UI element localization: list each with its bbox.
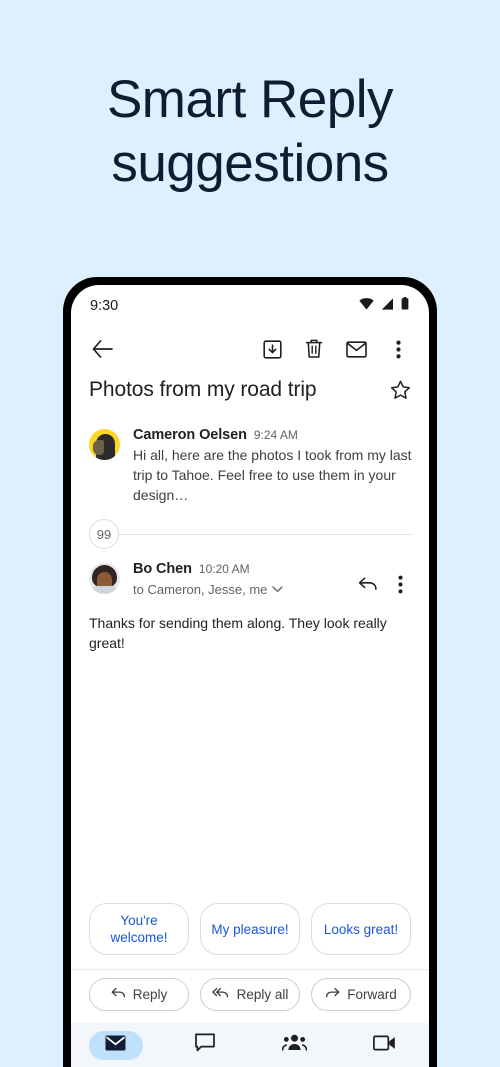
mail-icon bbox=[105, 1035, 126, 1056]
collapsed-messages-divider[interactable]: 99 bbox=[71, 509, 429, 557]
message-content: Bo Chen 10:20 AM to Cameron, Jesse, me bbox=[133, 561, 353, 598]
wifi-icon bbox=[359, 297, 374, 315]
forward-icon bbox=[325, 987, 340, 1002]
chat-icon bbox=[195, 1033, 216, 1057]
message-item[interactable]: Bo Chen 10:20 AM to Cameron, Jesse, me bbox=[71, 557, 429, 599]
nav-item-chat[interactable] bbox=[161, 1033, 251, 1057]
recipients-row[interactable]: to Cameron, Jesse, me bbox=[133, 580, 353, 598]
subject-text: Photos from my road trip bbox=[89, 378, 317, 401]
recipients-label: to Cameron, Jesse, me bbox=[133, 581, 268, 597]
subject-row: Photos from my road trip bbox=[71, 371, 429, 419]
overflow-menu-icon[interactable] bbox=[381, 332, 415, 366]
chevron-down-icon[interactable] bbox=[272, 580, 284, 598]
page-title: Smart Reply suggestions bbox=[0, 68, 500, 196]
avatar bbox=[89, 429, 120, 460]
reply-all-button-label: Reply all bbox=[236, 987, 289, 1002]
reply-all-icon bbox=[211, 987, 230, 1002]
archive-icon[interactable] bbox=[255, 332, 289, 366]
delete-icon[interactable] bbox=[297, 332, 331, 366]
star-outline-icon[interactable] bbox=[385, 375, 415, 405]
divider-line bbox=[118, 533, 413, 535]
smart-reply-chip[interactable]: Looks great! bbox=[311, 903, 411, 955]
back-button[interactable] bbox=[87, 334, 117, 364]
smart-reply-chip[interactable]: My pleasure! bbox=[200, 903, 300, 955]
app-bar bbox=[71, 327, 429, 371]
message-time: 10:20 AM bbox=[198, 562, 250, 576]
message-actions bbox=[353, 569, 415, 599]
status-bar-clock: 9:30 bbox=[90, 298, 119, 314]
reply-button[interactable]: Reply bbox=[89, 978, 189, 1011]
collapsed-count-badge[interactable]: 99 bbox=[89, 519, 119, 549]
meet-icon bbox=[372, 1035, 396, 1056]
reply-button-label: Reply bbox=[132, 987, 168, 1002]
message-body: Thanks for sending them along. They look… bbox=[89, 615, 387, 651]
message-header: Bo Chen 10:20 AM bbox=[133, 561, 353, 577]
forward-button-label: Forward bbox=[347, 987, 397, 1002]
reply-icon bbox=[111, 987, 126, 1002]
nav-item-mail[interactable] bbox=[71, 1030, 161, 1060]
message-time: 9:24 AM bbox=[253, 428, 298, 442]
cell-signal-icon bbox=[381, 297, 394, 315]
message-thread: Cameron Oelsen 9:24 AM Hi all, here are … bbox=[71, 419, 429, 893]
forward-button[interactable]: Forward bbox=[311, 978, 411, 1011]
nav-active-pill bbox=[88, 1030, 143, 1060]
mark-unread-icon[interactable] bbox=[339, 332, 373, 366]
sender-name: Bo Chen bbox=[133, 561, 192, 577]
sender-name: Cameron Oelsen bbox=[133, 427, 247, 443]
reply-icon[interactable] bbox=[353, 569, 383, 599]
reply-action-bar: Reply Reply all Forward bbox=[71, 969, 429, 1023]
reply-all-button[interactable]: Reply all bbox=[200, 978, 300, 1011]
message-snippet: Hi all, here are the photos I took from … bbox=[133, 447, 412, 503]
status-bar: 9:30 bbox=[71, 285, 429, 327]
avatar bbox=[89, 563, 120, 594]
page-title-line2: suggestions bbox=[111, 134, 389, 193]
message-item[interactable]: Cameron Oelsen 9:24 AM Hi all, here are … bbox=[71, 419, 429, 509]
nav-item-meet[interactable] bbox=[340, 1035, 430, 1056]
phone-mockup: 9:30 Photos from my road trip Cameron Oe… bbox=[63, 277, 437, 1067]
overflow-menu-icon[interactable] bbox=[385, 569, 415, 599]
page-title-line1: Smart Reply bbox=[106, 70, 394, 129]
nav-item-spaces[interactable] bbox=[250, 1034, 340, 1056]
message-content: Cameron Oelsen 9:24 AM Hi all, here are … bbox=[133, 427, 413, 505]
status-bar-icons bbox=[359, 297, 409, 315]
message-header: Cameron Oelsen 9:24 AM bbox=[133, 427, 413, 443]
bottom-navigation bbox=[71, 1023, 429, 1067]
smart-reply-suggestions: You're welcome! My pleasure! Looks great… bbox=[71, 893, 429, 969]
smart-reply-chip[interactable]: You're welcome! bbox=[89, 903, 189, 955]
spaces-icon bbox=[282, 1034, 308, 1056]
battery-icon bbox=[401, 297, 409, 315]
phone-screen: 9:30 Photos from my road trip Cameron Oe… bbox=[71, 285, 429, 1067]
